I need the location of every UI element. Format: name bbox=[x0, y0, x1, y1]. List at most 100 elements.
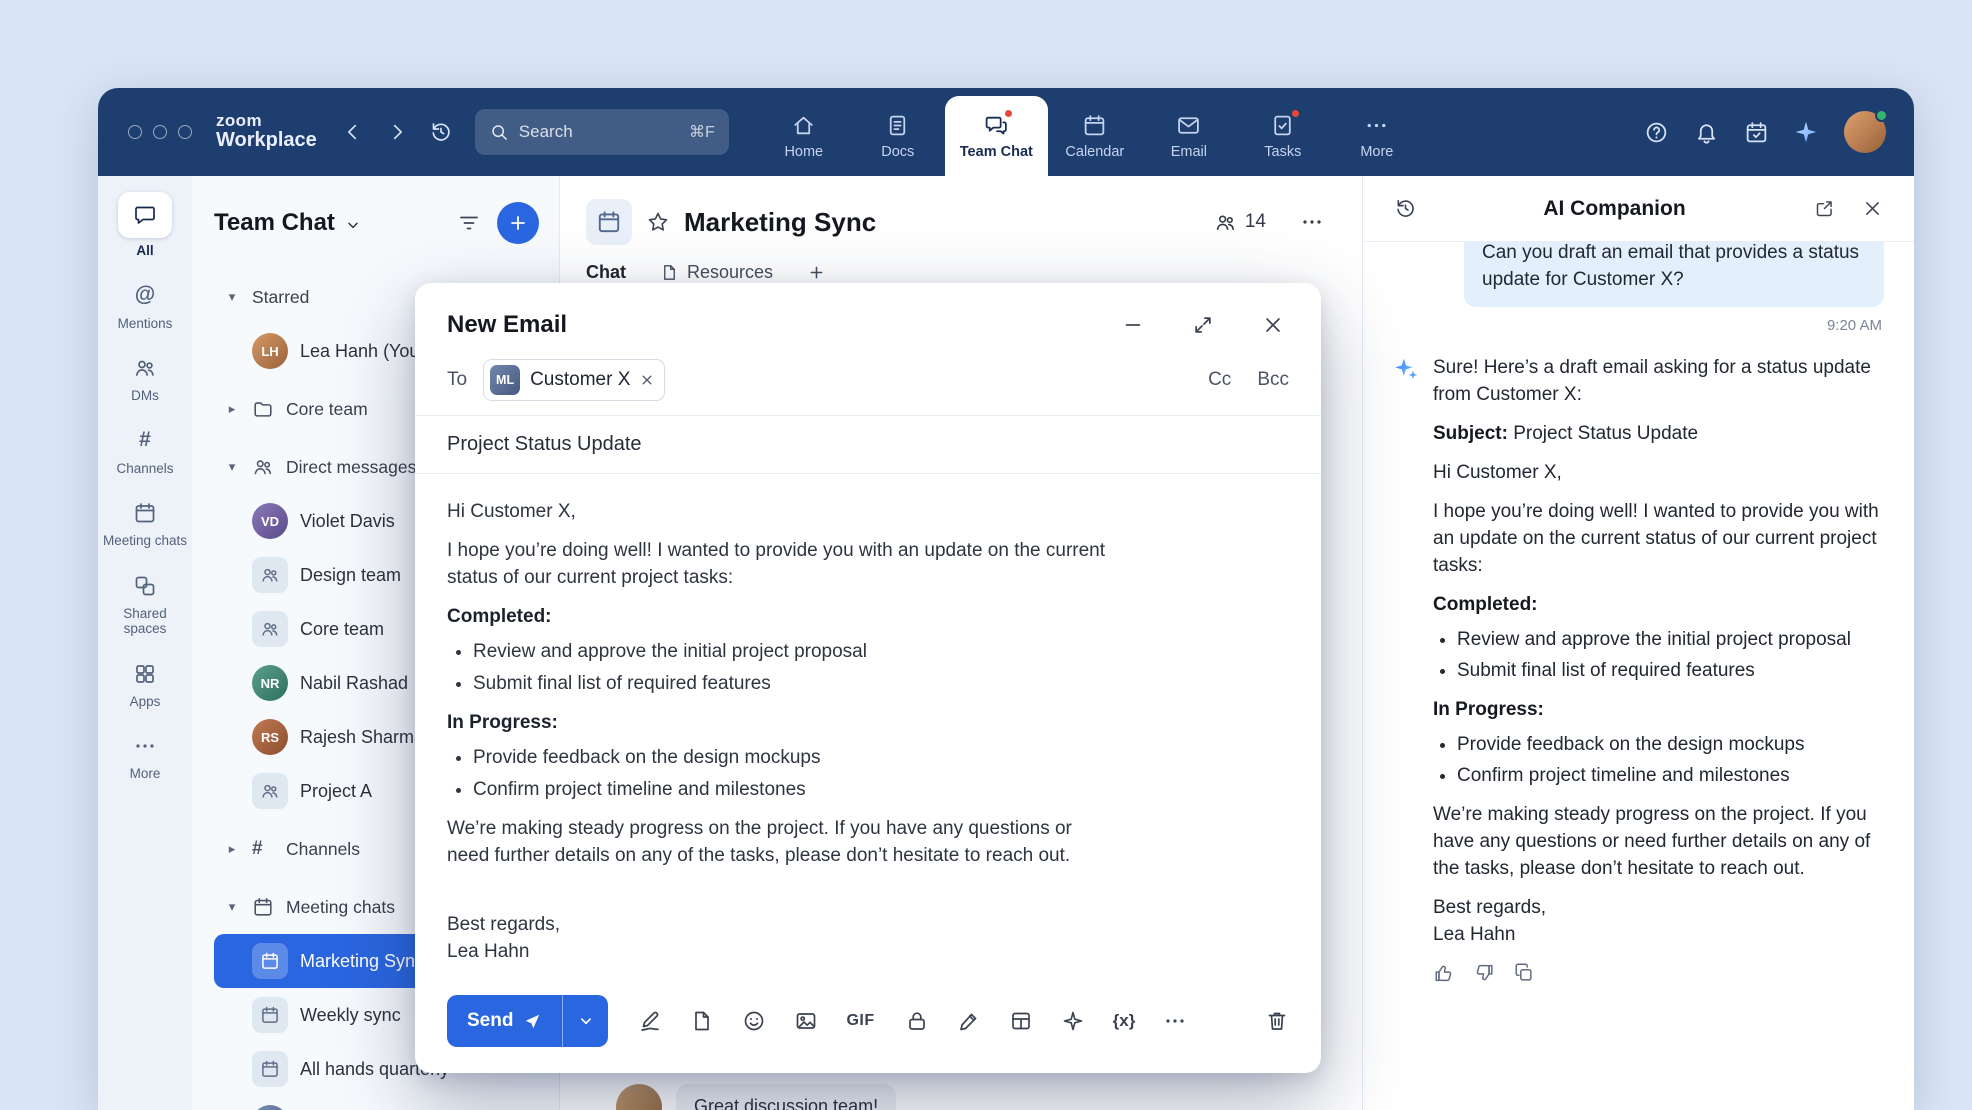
forward-button[interactable] bbox=[377, 112, 417, 152]
modal-title: New Email bbox=[447, 311, 567, 339]
favorite-star-button[interactable] bbox=[646, 210, 670, 234]
calendar-quick-button[interactable] bbox=[1736, 112, 1776, 152]
avatar: LH bbox=[252, 333, 288, 369]
sidebar-item-lea-rajesh[interactable]: LR Lea/Rajesh 1:1 bbox=[214, 1096, 547, 1110]
calendar-check-icon bbox=[1744, 120, 1769, 145]
bcc-button[interactable]: Bcc bbox=[1257, 369, 1289, 391]
tab-chat[interactable]: Chat bbox=[586, 262, 626, 283]
channel-tabs: Chat Resources bbox=[560, 262, 1362, 283]
minimize-button[interactable] bbox=[1119, 311, 1147, 339]
remove-recipient-button[interactable] bbox=[640, 373, 654, 387]
docs-icon bbox=[885, 112, 911, 138]
folder-icon bbox=[252, 398, 274, 420]
signature-button[interactable] bbox=[638, 1009, 662, 1033]
back-button[interactable] bbox=[333, 112, 373, 152]
discard-draft-button[interactable] bbox=[1265, 1009, 1289, 1033]
rail-item-mentions[interactable]: @ Mentions bbox=[101, 281, 189, 332]
maximize-window-button[interactable] bbox=[178, 125, 192, 139]
rail-item-all[interactable]: All bbox=[101, 192, 189, 259]
ai-sparkle-icon bbox=[1393, 356, 1419, 382]
rail-item-more[interactable]: More bbox=[101, 731, 189, 782]
attach-file-button[interactable] bbox=[690, 1009, 714, 1033]
close-window-button[interactable] bbox=[128, 125, 142, 139]
subject-field[interactable]: Project Status Update bbox=[415, 416, 1321, 473]
close-icon bbox=[1262, 314, 1284, 336]
send-button[interactable]: Send bbox=[447, 995, 562, 1047]
history-icon bbox=[429, 120, 453, 144]
shared-spaces-icon bbox=[130, 571, 160, 601]
ellipsis-icon bbox=[130, 731, 160, 761]
search-input[interactable]: ⌘F bbox=[475, 109, 729, 155]
close-panel-button[interactable] bbox=[1852, 189, 1892, 229]
notifications-button[interactable] bbox=[1686, 112, 1726, 152]
tab-calendar[interactable]: Calendar bbox=[1048, 96, 1142, 176]
tab-resources[interactable]: Resources bbox=[660, 262, 773, 283]
recipient-avatar: ML bbox=[490, 365, 520, 395]
main-nav-tabs: Home Docs Team Chat Calendar bbox=[757, 88, 1424, 176]
copy-button[interactable] bbox=[1513, 962, 1535, 984]
tab-email[interactable]: Email bbox=[1142, 96, 1236, 176]
variables-button[interactable]: {x} bbox=[1113, 1011, 1136, 1031]
email-icon bbox=[1176, 112, 1202, 138]
thumbs-down-button[interactable] bbox=[1473, 962, 1495, 984]
encrypt-button[interactable] bbox=[905, 1009, 929, 1033]
cc-button[interactable]: Cc bbox=[1208, 369, 1231, 391]
rail-item-apps[interactable]: Apps bbox=[101, 659, 189, 710]
template-icon bbox=[1009, 1009, 1033, 1033]
message-bubble: Great discussion team! bbox=[676, 1084, 896, 1110]
tab-tasks[interactable]: Tasks bbox=[1236, 96, 1330, 176]
compose-toolbar: Send GIF bbox=[415, 995, 1321, 1073]
ai-panel-title: AI Companion bbox=[1433, 197, 1796, 221]
bell-icon bbox=[1694, 120, 1719, 145]
ai-assist-button[interactable] bbox=[1061, 1009, 1085, 1033]
home-icon bbox=[791, 112, 817, 138]
ai-companion-button[interactable] bbox=[1786, 112, 1826, 152]
chevron-down-icon bbox=[577, 1012, 595, 1030]
avatar: RS bbox=[252, 719, 288, 755]
close-icon bbox=[1862, 198, 1883, 219]
caret-down-icon: ▾ bbox=[224, 459, 240, 475]
tab-team-chat[interactable]: Team Chat bbox=[945, 96, 1048, 176]
in-progress-list: Provide feedback on the design mockups C… bbox=[1457, 731, 1884, 789]
tab-home[interactable]: Home bbox=[757, 96, 851, 176]
more-options-button[interactable] bbox=[1163, 1009, 1187, 1033]
topbar-right-actions bbox=[1636, 111, 1914, 153]
sparkle-icon bbox=[1061, 1009, 1085, 1033]
rail-item-channels[interactable]: # Channels bbox=[101, 426, 189, 477]
member-count[interactable]: 14 bbox=[1214, 211, 1266, 234]
ai-companion-panel: AI Companion Can you draft an email that… bbox=[1362, 176, 1914, 1110]
tab-docs[interactable]: Docs bbox=[851, 96, 945, 176]
send-options-button[interactable] bbox=[562, 995, 608, 1047]
rail-item-dms[interactable]: DMs bbox=[101, 353, 189, 404]
last-chat-message: Great discussion team! bbox=[616, 1084, 896, 1110]
add-tab-button[interactable] bbox=[807, 263, 826, 282]
plus-icon bbox=[807, 263, 826, 282]
recipient-chip[interactable]: ML Customer X bbox=[483, 359, 665, 401]
new-email-modal: New Email To ML Customer X bbox=[415, 283, 1321, 1073]
gif-button[interactable]: GIF bbox=[846, 1012, 874, 1030]
thumbs-up-button[interactable] bbox=[1433, 962, 1455, 984]
open-in-window-button[interactable] bbox=[1804, 189, 1844, 229]
user-avatar[interactable] bbox=[1844, 111, 1886, 153]
edit-button[interactable] bbox=[957, 1009, 981, 1033]
new-chat-button[interactable] bbox=[497, 202, 539, 244]
template-button[interactable] bbox=[1009, 1009, 1033, 1033]
email-body-editor[interactable]: Hi Customer X, I hope you’re doing well!… bbox=[415, 474, 1321, 995]
close-button[interactable] bbox=[1259, 311, 1287, 339]
chevron-down-icon[interactable] bbox=[345, 217, 361, 233]
emoji-button[interactable] bbox=[742, 1009, 766, 1033]
help-button[interactable] bbox=[1636, 112, 1676, 152]
rail-item-shared-spaces[interactable]: Shared spaces bbox=[101, 571, 189, 637]
channel-more-button[interactable] bbox=[1292, 202, 1332, 242]
minimize-window-button[interactable] bbox=[153, 125, 167, 139]
response-feedback bbox=[1433, 962, 1884, 984]
rail-item-meeting-chats[interactable]: Meeting chats bbox=[101, 498, 189, 549]
tab-more[interactable]: More bbox=[1330, 96, 1424, 176]
insert-image-button[interactable] bbox=[794, 1009, 818, 1033]
nav-buttons bbox=[333, 112, 461, 152]
expand-button[interactable] bbox=[1189, 311, 1217, 339]
history-button[interactable] bbox=[421, 112, 461, 152]
ai-history-button[interactable] bbox=[1385, 189, 1425, 229]
filter-button[interactable] bbox=[457, 211, 481, 235]
search-field[interactable] bbox=[519, 122, 649, 142]
